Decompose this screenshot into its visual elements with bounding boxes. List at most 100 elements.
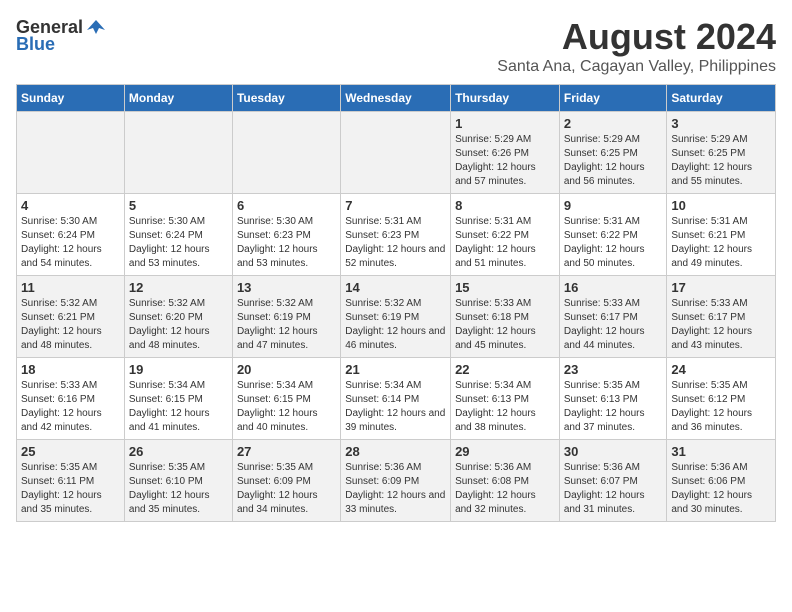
week-row-1: 1 Sunrise: 5:29 AM Sunset: 6:26 PM Daylig… — [17, 112, 776, 194]
day-content: Sunrise: 5:36 AM Sunset: 6:09 PM Dayligh… — [345, 461, 446, 517]
day-number: 29 — [455, 444, 555, 459]
day-number: 26 — [129, 444, 228, 459]
header: General Blue August 2024 Santa Ana, Caga… — [16, 16, 776, 76]
day-content: Sunrise: 5:36 AM Sunset: 6:07 PM Dayligh… — [564, 461, 663, 517]
calendar-cell: 22 Sunrise: 5:34 AM Sunset: 6:13 PM Dayli… — [451, 358, 560, 440]
day-number: 21 — [345, 362, 446, 377]
calendar-cell: 18 Sunrise: 5:33 AM Sunset: 6:16 PM Dayli… — [17, 358, 125, 440]
day-content: Sunrise: 5:34 AM Sunset: 6:14 PM Dayligh… — [345, 379, 446, 435]
week-row-5: 25Sunrise: 5:35 AM Sunset: 6:11 PM Dayli… — [17, 440, 776, 522]
day-number: 4 — [21, 198, 120, 213]
day-number: 8 — [455, 198, 555, 213]
calendar-table: SundayMondayTuesdayWednesdayThursdayFrid… — [16, 84, 776, 522]
calendar-cell: 19 Sunrise: 5:34 AM Sunset: 6:15 PM Dayli… — [124, 358, 232, 440]
day-number: 7 — [345, 198, 446, 213]
day-content: Sunrise: 5:30 AM Sunset: 6:23 PM Dayligh… — [237, 215, 336, 271]
day-content: Sunrise: 5:34 AM Sunset: 6:15 PM Dayligh… — [237, 379, 336, 435]
day-content: Sunrise: 5:35 AM Sunset: 6:12 PM Dayligh… — [671, 379, 771, 435]
calendar-cell: 20 Sunrise: 5:34 AM Sunset: 6:15 PM Dayli… — [232, 358, 340, 440]
day-number: 11 — [21, 280, 120, 295]
week-row-2: 4 Sunrise: 5:30 AM Sunset: 6:24 PM Daylig… — [17, 194, 776, 276]
main-title: August 2024 — [497, 16, 776, 58]
calendar-cell: 30 Sunrise: 5:36 AM Sunset: 6:07 PM Dayli… — [559, 440, 667, 522]
day-content: Sunrise: 5:36 AM Sunset: 6:08 PM Dayligh… — [455, 461, 555, 517]
calendar-cell: 26Sunrise: 5:35 AM Sunset: 6:10 PM Dayli… — [124, 440, 232, 522]
calendar-cell — [124, 112, 232, 194]
calendar-cell — [341, 112, 451, 194]
day-number: 30 — [564, 444, 663, 459]
day-number: 18 — [21, 362, 120, 377]
header-day-sunday: Sunday — [17, 85, 125, 112]
calendar-cell: 12 Sunrise: 5:32 AM Sunset: 6:20 PM Dayli… — [124, 276, 232, 358]
calendar-cell: 4 Sunrise: 5:30 AM Sunset: 6:24 PM Daylig… — [17, 194, 125, 276]
calendar-cell — [232, 112, 340, 194]
header-day-wednesday: Wednesday — [341, 85, 451, 112]
calendar-cell — [17, 112, 125, 194]
day-number: 24 — [671, 362, 771, 377]
day-content: Sunrise: 5:31 AM Sunset: 6:22 PM Dayligh… — [455, 215, 555, 271]
day-content: Sunrise: 5:33 AM Sunset: 6:16 PM Dayligh… — [21, 379, 120, 435]
day-content: Sunrise: 5:29 AM Sunset: 6:25 PM Dayligh… — [671, 133, 771, 189]
header-day-tuesday: Tuesday — [232, 85, 340, 112]
calendar-cell: 10Sunrise: 5:31 AM Sunset: 6:21 PM Dayli… — [667, 194, 776, 276]
day-number: 28 — [345, 444, 446, 459]
calendar-cell: 25Sunrise: 5:35 AM Sunset: 6:11 PM Dayli… — [17, 440, 125, 522]
day-content: Sunrise: 5:33 AM Sunset: 6:17 PM Dayligh… — [671, 297, 771, 353]
calendar-cell: 24 Sunrise: 5:35 AM Sunset: 6:12 PM Dayli… — [667, 358, 776, 440]
day-content: Sunrise: 5:34 AM Sunset: 6:15 PM Dayligh… — [129, 379, 228, 435]
day-content: Sunrise: 5:30 AM Sunset: 6:24 PM Dayligh… — [21, 215, 120, 271]
day-number: 13 — [237, 280, 336, 295]
calendar-cell: 17Sunrise: 5:33 AM Sunset: 6:17 PM Dayli… — [667, 276, 776, 358]
calendar-cell: 31Sunrise: 5:36 AM Sunset: 6:06 PM Dayli… — [667, 440, 776, 522]
calendar-cell: 3 Sunrise: 5:29 AM Sunset: 6:25 PM Daylig… — [667, 112, 776, 194]
calendar-cell: 2Sunrise: 5:29 AM Sunset: 6:25 PM Daylig… — [559, 112, 667, 194]
day-number: 20 — [237, 362, 336, 377]
day-number: 10 — [671, 198, 771, 213]
day-content: Sunrise: 5:29 AM Sunset: 6:26 PM Dayligh… — [455, 133, 555, 189]
day-number: 23 — [564, 362, 663, 377]
day-number: 3 — [671, 116, 771, 131]
calendar-cell: 21 Sunrise: 5:34 AM Sunset: 6:14 PM Dayli… — [341, 358, 451, 440]
calendar-cell: 29 Sunrise: 5:36 AM Sunset: 6:08 PM Dayli… — [451, 440, 560, 522]
week-row-3: 11Sunrise: 5:32 AM Sunset: 6:21 PM Dayli… — [17, 276, 776, 358]
calendar-cell: 6 Sunrise: 5:30 AM Sunset: 6:23 PM Daylig… — [232, 194, 340, 276]
calendar-cell: 23 Sunrise: 5:35 AM Sunset: 6:13 PM Dayli… — [559, 358, 667, 440]
day-number: 22 — [455, 362, 555, 377]
day-content: Sunrise: 5:36 AM Sunset: 6:06 PM Dayligh… — [671, 461, 771, 517]
day-content: Sunrise: 5:34 AM Sunset: 6:13 PM Dayligh… — [455, 379, 555, 435]
calendar-cell: 27 Sunrise: 5:35 AM Sunset: 6:09 PM Dayli… — [232, 440, 340, 522]
day-content: Sunrise: 5:35 AM Sunset: 6:09 PM Dayligh… — [237, 461, 336, 517]
day-number: 12 — [129, 280, 228, 295]
header-day-monday: Monday — [124, 85, 232, 112]
calendar-cell: 13Sunrise: 5:32 AM Sunset: 6:19 PM Dayli… — [232, 276, 340, 358]
logo: General Blue — [16, 16, 107, 55]
day-number: 27 — [237, 444, 336, 459]
day-number: 15 — [455, 280, 555, 295]
day-number: 9 — [564, 198, 663, 213]
header-day-thursday: Thursday — [451, 85, 560, 112]
day-number: 5 — [129, 198, 228, 213]
calendar-cell: 28 Sunrise: 5:36 AM Sunset: 6:09 PM Dayli… — [341, 440, 451, 522]
day-content: Sunrise: 5:32 AM Sunset: 6:20 PM Dayligh… — [129, 297, 228, 353]
logo-bird-icon — [85, 16, 107, 38]
day-number: 1 — [455, 116, 555, 131]
day-number: 6 — [237, 198, 336, 213]
day-number: 14 — [345, 280, 446, 295]
calendar-cell: 7 Sunrise: 5:31 AM Sunset: 6:23 PM Daylig… — [341, 194, 451, 276]
header-row: SundayMondayTuesdayWednesdayThursdayFrid… — [17, 85, 776, 112]
day-content: Sunrise: 5:35 AM Sunset: 6:11 PM Dayligh… — [21, 461, 120, 517]
calendar-header: SundayMondayTuesdayWednesdayThursdayFrid… — [17, 85, 776, 112]
day-content: Sunrise: 5:33 AM Sunset: 6:18 PM Dayligh… — [455, 297, 555, 353]
day-content: Sunrise: 5:30 AM Sunset: 6:24 PM Dayligh… — [129, 215, 228, 271]
day-content: Sunrise: 5:31 AM Sunset: 6:23 PM Dayligh… — [345, 215, 446, 271]
calendar-cell: 15 Sunrise: 5:33 AM Sunset: 6:18 PM Dayli… — [451, 276, 560, 358]
day-content: Sunrise: 5:35 AM Sunset: 6:13 PM Dayligh… — [564, 379, 663, 435]
day-number: 19 — [129, 362, 228, 377]
subtitle: Santa Ana, Cagayan Valley, Philippines — [497, 58, 776, 76]
day-content: Sunrise: 5:31 AM Sunset: 6:22 PM Dayligh… — [564, 215, 663, 271]
day-content: Sunrise: 5:32 AM Sunset: 6:19 PM Dayligh… — [345, 297, 446, 353]
day-number: 2 — [564, 116, 663, 131]
calendar-cell: 11Sunrise: 5:32 AM Sunset: 6:21 PM Dayli… — [17, 276, 125, 358]
week-row-4: 18 Sunrise: 5:33 AM Sunset: 6:16 PM Dayli… — [17, 358, 776, 440]
calendar-cell: 1 Sunrise: 5:29 AM Sunset: 6:26 PM Daylig… — [451, 112, 560, 194]
